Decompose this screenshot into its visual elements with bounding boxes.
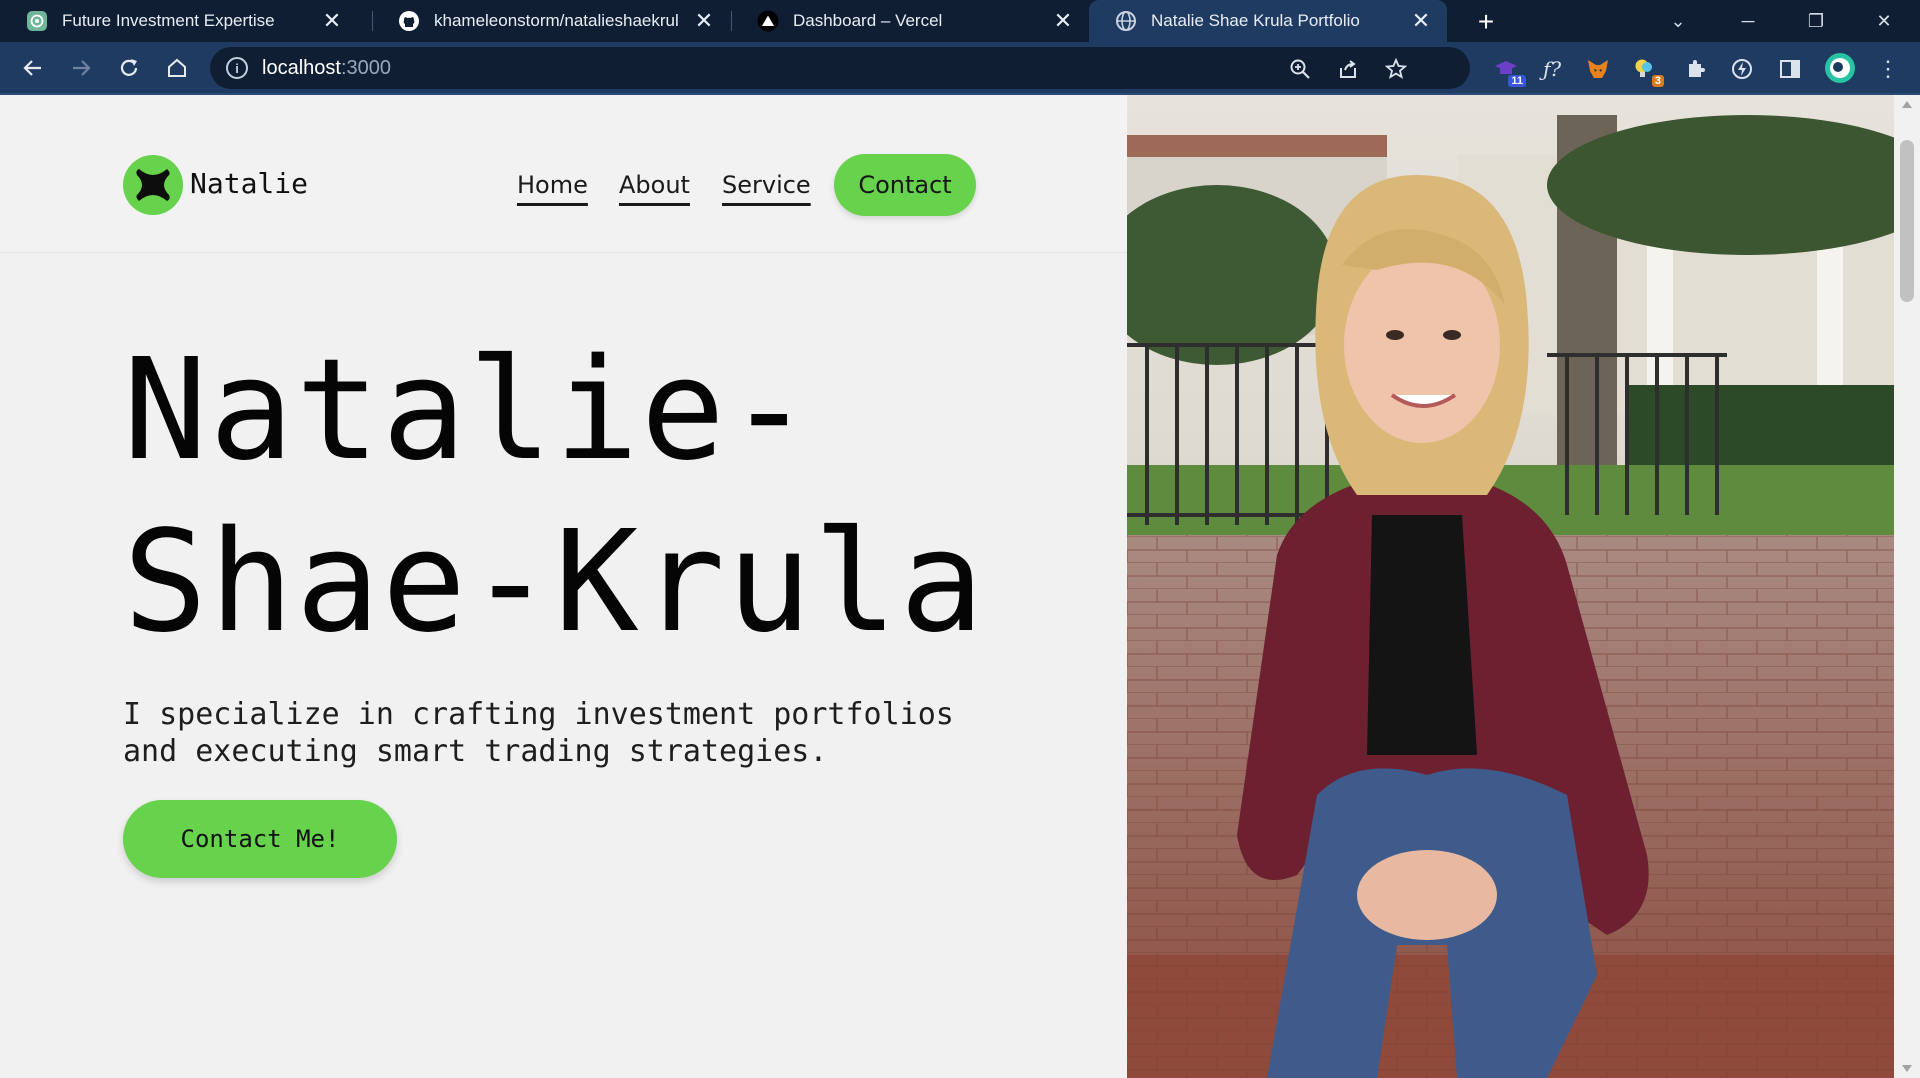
hero-title-line-2: Shae-Krula <box>123 501 986 664</box>
share-icon[interactable] <box>1335 56 1361 82</box>
hero-title-line-1: Natalie- <box>123 329 814 492</box>
lightbulb-ext-icon[interactable]: 3 <box>1630 55 1664 87</box>
tab-title: Natalie Shae Krula Portfolio <box>1151 11 1360 30</box>
extension-badge: 11 <box>1508 75 1526 87</box>
home-icon[interactable] <box>159 50 195 86</box>
portrait-photo <box>1127 95 1894 1078</box>
openai-icon <box>26 10 48 32</box>
metamask-fox-icon[interactable] <box>1584 55 1612 83</box>
tab-vercel-dashboard[interactable]: Dashboard – Vercel ✕ <box>731 0 1089 42</box>
puzzle-extensions-icon[interactable] <box>1682 55 1710 83</box>
bookmark-star-icon[interactable] <box>1383 56 1409 82</box>
contact-me-button[interactable]: Contact Me! <box>123 800 397 878</box>
tab-title: khameleonstorm/natalieshaekrul <box>434 11 679 30</box>
close-icon[interactable]: ✕ <box>1407 7 1435 35</box>
zoom-icon[interactable] <box>1287 56 1313 82</box>
tab-future-investment[interactable]: Future Investment Expertise ✕ <box>0 0 358 42</box>
browser-tab-strip: Future Investment Expertise ✕ khameleons… <box>0 0 1920 42</box>
scrollbar-thumb[interactable] <box>1900 140 1914 302</box>
bolt-ext-icon[interactable] <box>1728 55 1756 83</box>
address-bar[interactable]: i localhost :3000 <box>210 47 1470 89</box>
browser-toolbar: i localhost :3000 11 ƒ? 3 ⋮ <box>0 42 1920 95</box>
hero-title: Natalie- Shae-Krula <box>123 325 1113 669</box>
close-icon[interactable]: ✕ <box>318 7 346 35</box>
nav-contact-button[interactable]: Contact <box>834 154 976 216</box>
tab-github-repo[interactable]: khameleonstorm/natalieshaekrul ✕ <box>372 0 730 42</box>
hero-subtitle-line-2: and executing smart trading strategies. <box>123 734 828 769</box>
forward-arrow-icon[interactable] <box>63 50 99 86</box>
hero-left-column: Natalie Home About Service Contact Natal… <box>0 95 1127 1078</box>
close-icon[interactable]: ✕ <box>1049 7 1077 35</box>
graduation-cap-ext-icon[interactable]: 11 <box>1492 55 1526 87</box>
logo-text[interactable]: Natalie <box>190 167 308 200</box>
reload-icon[interactable] <box>111 50 147 86</box>
vertical-scrollbar[interactable] <box>1894 95 1920 1078</box>
tab-title: Dashboard – Vercel <box>793 11 943 30</box>
scroll-up-arrow-icon[interactable] <box>1902 101 1912 108</box>
extension-badge: 3 <box>1651 75 1664 87</box>
tab-search-chevron-icon[interactable]: ⌄ <box>1650 0 1706 42</box>
formula-ext-icon[interactable]: ƒ? <box>1538 55 1566 83</box>
hero-subtitle-line-1: I specialize in crafting investment port… <box>123 697 954 732</box>
scroll-down-arrow-icon[interactable] <box>1902 1065 1912 1072</box>
minimize-icon[interactable]: ─ <box>1720 0 1776 42</box>
hero-subtitle: I specialize in crafting investment port… <box>123 696 1113 770</box>
profile-avatar-icon[interactable] <box>1824 52 1856 84</box>
nav-service-link[interactable]: Service <box>722 171 811 199</box>
site-info-icon[interactable]: i <box>226 57 248 79</box>
new-tab-button[interactable]: + <box>1470 6 1502 38</box>
restore-icon[interactable]: ❐ <box>1788 0 1844 42</box>
vercel-icon <box>757 10 779 32</box>
nav-about-link[interactable]: About <box>619 171 690 199</box>
window-close-icon[interactable]: ✕ <box>1856 0 1912 42</box>
sidepanel-icon[interactable] <box>1776 55 1804 83</box>
logo-x-icon[interactable] <box>123 155 183 215</box>
globe-icon <box>1115 10 1137 32</box>
page-viewport: Natalie Home About Service Contact Natal… <box>0 95 1920 1078</box>
kebab-menu-icon[interactable]: ⋮ <box>1874 55 1902 83</box>
url-host: localhost <box>262 56 341 79</box>
tab-title: Future Investment Expertise <box>62 11 275 30</box>
github-icon <box>398 10 420 32</box>
back-arrow-icon[interactable] <box>15 50 51 86</box>
url-port: :3000 <box>340 56 391 79</box>
site-header: Natalie Home About Service Contact <box>0 95 1127 253</box>
close-icon[interactable]: ✕ <box>690 7 718 35</box>
nav-home-link[interactable]: Home <box>517 171 588 199</box>
tab-portfolio[interactable]: Natalie Shae Krula Portfolio ✕ <box>1089 0 1447 42</box>
